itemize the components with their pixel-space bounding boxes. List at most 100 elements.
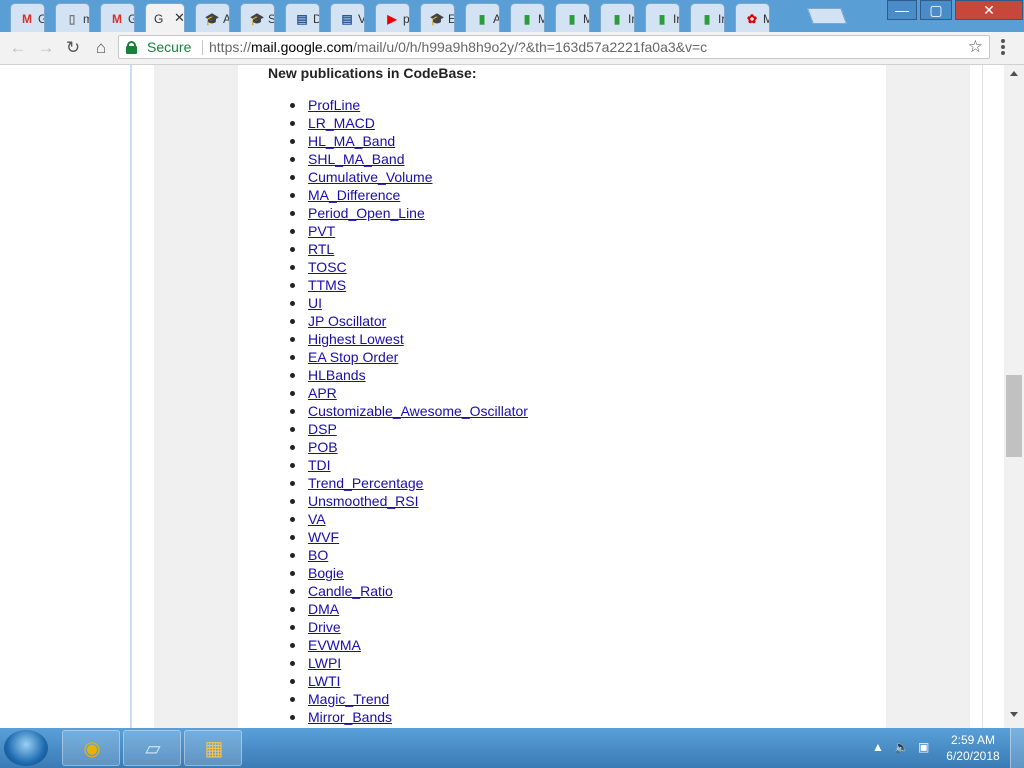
scroll-down-arrow-icon[interactable] [1010,712,1018,717]
close-window-button[interactable]: ✕ [955,0,1023,20]
publications-heading: New publications in CodeBase: [268,65,477,81]
publication-item: Customizable_Awesome_Oscillator [290,402,528,420]
publication-link[interactable]: WVF [308,529,339,545]
volume-icon[interactable]: 🔈 [894,740,909,754]
publication-link[interactable]: EA Stop Order [308,349,398,365]
show-desktop-button[interactable] [1010,728,1024,768]
publication-link[interactable]: ProfLine [308,97,360,113]
clock-time[interactable]: 2:59 AM [946,733,1000,747]
publication-item: WVF [290,528,528,546]
browser-tab[interactable]: MG [100,3,135,32]
browser-tab[interactable]: ▮M [510,3,545,32]
clock-date[interactable]: 6/20/2018 [946,749,1000,763]
publication-link[interactable]: LWTI [308,673,340,689]
browser-tab[interactable]: 🎓A [195,3,230,32]
new-tab-button[interactable] [807,8,847,24]
browser-tab[interactable]: ▶ p [375,3,410,32]
separator [202,40,203,55]
lock-icon-body [126,46,137,54]
minimize-button[interactable]: — [887,0,917,20]
publication-link[interactable]: UI [308,295,322,311]
maximize-button[interactable]: ▢ [920,0,952,20]
publication-link[interactable]: HLBands [308,367,366,383]
tab-label: G [154,12,164,26]
taskbar-app[interactable]: ◉ [62,730,120,766]
browser-tab[interactable]: ▮ Ir [690,3,725,32]
show-hidden-icons-icon[interactable]: ▲ [872,740,884,754]
publication-link[interactable]: Cumulative_Volume [308,169,433,185]
publication-link[interactable]: JP Oscillator [308,313,386,329]
taskbar-app[interactable]: ▱ [123,730,181,766]
publication-link[interactable]: Highest Lowest [308,331,404,347]
candlestick-icon: ▮ [703,12,711,26]
browser-tab[interactable]: ▤V [330,3,365,32]
publication-link[interactable]: DSP [308,421,337,437]
publication-link[interactable]: Period_Open_Line [308,205,425,221]
publication-link[interactable]: Trend_Percentage [308,475,423,491]
browser-tab[interactable]: ▤D [285,3,320,32]
publication-link[interactable]: TTMS [308,277,346,293]
youtube-icon: ▶ [387,12,397,26]
browser-tab[interactable]: G ✕ [145,3,185,32]
reload-icon[interactable]: ↻ [63,38,83,58]
publication-link[interactable]: Candle_Ratio [308,583,393,599]
publication-link[interactable]: BO [308,547,328,563]
publication-link[interactable]: Bogie [308,565,344,581]
publication-link[interactable]: APR [308,385,337,401]
back-icon[interactable]: ← [8,38,28,58]
browser-tab[interactable]: ✿M [735,3,770,32]
graduation-cap-icon: 🎓 [429,12,445,26]
browser-toolbar: ← → ↻ ⌂ Secure https://mail.google.com/m… [0,32,1024,65]
browser-tab[interactable]: ▯m [55,3,90,32]
publication-link[interactable]: HL_MA_Band [308,133,395,149]
candlestick-icon: ▮ [568,12,576,26]
browser-tab[interactable]: 🎓S [240,3,275,32]
publication-item: POB [290,438,528,456]
browser-tab[interactable]: ▮A [465,3,500,32]
publication-link[interactable]: LR_MACD [308,115,375,131]
home-icon[interactable]: ⌂ [91,38,111,58]
publication-item: TTMS [290,276,528,294]
publication-link[interactable]: Drive [308,619,341,635]
publication-link[interactable]: PVT [308,223,335,239]
publication-link[interactable]: Customizable_Awesome_Oscillator [308,403,528,419]
publication-link[interactable]: Unsmoothed_RSI [308,493,419,509]
graduation-cap-icon: 🎓 [204,12,220,26]
browser-menu-icon[interactable] [1000,38,1006,58]
page-scrollbar[interactable] [1004,65,1024,728]
scroll-up-arrow-icon[interactable] [1010,71,1018,76]
publication-link[interactable]: LWPI [308,655,341,671]
publication-link[interactable]: SHL_MA_Band [308,151,405,167]
publication-link[interactable]: RTL [308,241,334,257]
browser-tab[interactable]: 🎓E [420,3,455,32]
taskbar-app[interactable]: ▦ [184,730,242,766]
browser-tab[interactable]: ▮ Ir [645,3,680,32]
browser-tab[interactable]: ▮ Ir [600,3,635,32]
browser-tab[interactable]: MG [10,3,45,32]
publication-link[interactable]: VA [308,511,326,527]
tab-label: M [538,12,544,26]
close-tab-icon[interactable]: ✕ [174,10,184,26]
publication-link[interactable]: MA_Difference [308,187,400,203]
tab-label: V [358,12,364,26]
publication-link[interactable]: Magic_Trend [308,691,389,707]
chart-icon: ▤ [341,12,353,26]
network-icon[interactable]: ▣ [918,740,929,754]
publication-link[interactable]: TDI [308,457,331,473]
bookmark-star-icon[interactable]: ☆ [968,37,983,57]
start-button[interactable] [4,730,48,766]
url-text[interactable]: https://mail.google.com/mail/u/0/h/h99a9… [209,39,707,55]
publication-link[interactable]: EVWMA [308,637,361,653]
publication-item: APR [290,384,528,402]
browser-tab[interactable]: ▮M [555,3,590,32]
candlestick-icon: ▮ [658,12,666,26]
right-border [982,65,983,728]
scroll-thumb[interactable] [1006,375,1022,457]
publication-link[interactable]: POB [308,439,338,455]
publication-item: PVT [290,222,528,240]
publication-link[interactable]: DMA [308,601,339,617]
publication-link[interactable]: TOSC [308,259,347,275]
forward-icon[interactable]: → [36,38,56,58]
address-bar[interactable]: Secure https://mail.google.com/mail/u/0/… [118,35,990,59]
publication-link[interactable]: Mirror_Bands [308,709,392,725]
